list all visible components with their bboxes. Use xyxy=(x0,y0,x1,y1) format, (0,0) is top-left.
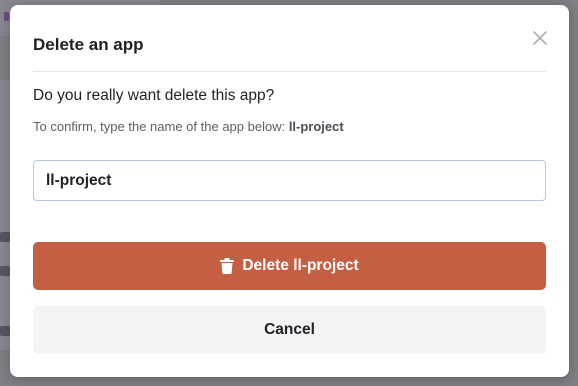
delete-button-label: Delete ll-project xyxy=(242,257,359,274)
layers-icon xyxy=(0,232,10,242)
trash-icon xyxy=(220,258,235,274)
confirm-hint: To confirm, type the name of the app bel… xyxy=(33,119,344,134)
app-name-label: ll-project xyxy=(288,119,344,134)
close-button[interactable] xyxy=(529,27,551,49)
app-name-input[interactable] xyxy=(33,160,546,201)
confirmation-question: Do you really want delete this app? xyxy=(33,87,275,104)
dialog-header: Delete an app xyxy=(33,31,547,72)
background-icon xyxy=(0,326,10,336)
cancel-button[interactable]: Cancel xyxy=(33,306,546,354)
dialog-title: Delete an app xyxy=(33,35,144,54)
close-icon xyxy=(533,31,547,45)
delete-app-button[interactable]: Delete ll-project xyxy=(33,242,546,290)
background-icon xyxy=(0,266,10,276)
delete-app-dialog: Delete an app Do you really want delete … xyxy=(10,5,569,377)
confirm-hint-text: To confirm, type the name of the app bel… xyxy=(33,119,289,134)
background-tab-marker xyxy=(4,12,9,21)
